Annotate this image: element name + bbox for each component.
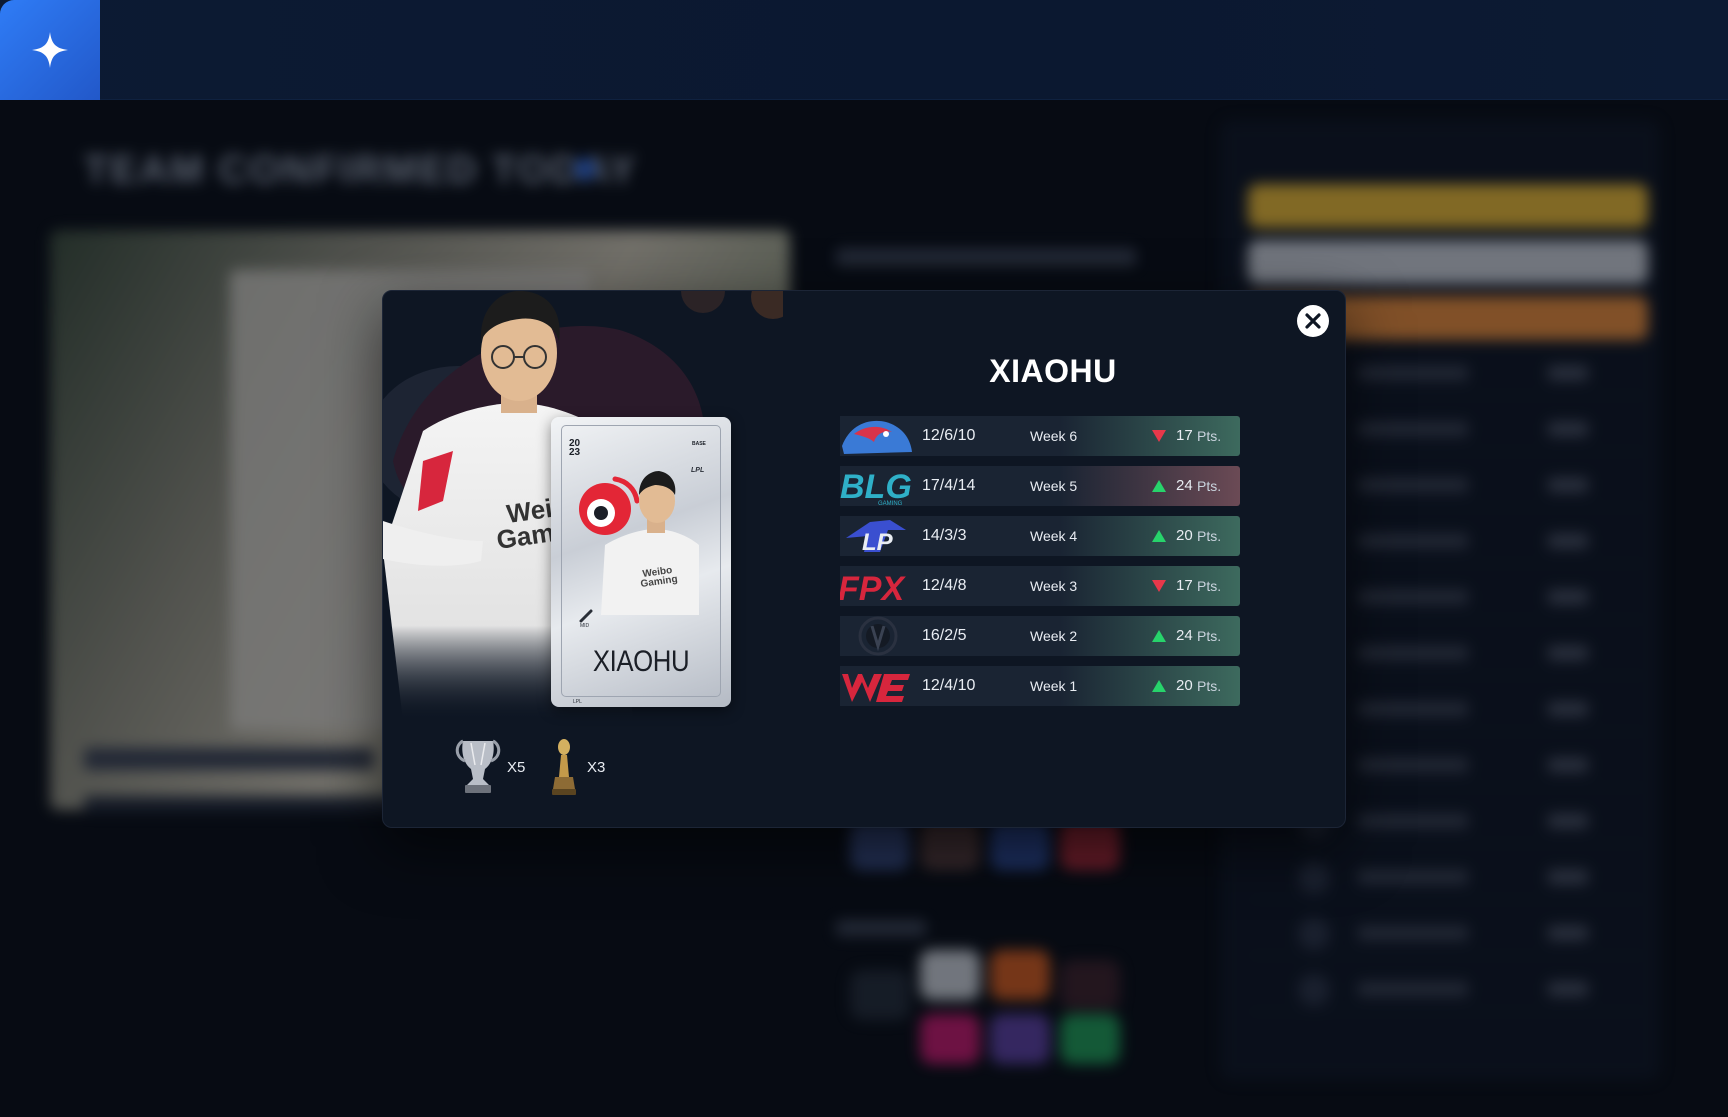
lng-logo-icon: LP [840, 516, 916, 556]
player-artwork: Wei Gam 20 23 BASE LPL Weibo Gaming MID … [383, 291, 783, 721]
trend-up-icon [1152, 680, 1166, 692]
card-player-name: XIAOHU [592, 645, 690, 678]
match-kda: 12/4/10 [922, 677, 976, 694]
match-kda: 12/6/10 [922, 427, 976, 444]
fpx-logo-icon: FPX [840, 566, 916, 606]
background-more-logos [840, 950, 1140, 1070]
match-points: 20 [1176, 527, 1193, 544]
match-week: Week 2 [1030, 628, 1078, 644]
trend-up-icon [1152, 480, 1166, 492]
app-logo-button[interactable] [0, 0, 100, 100]
background-subheading [84, 748, 374, 770]
card-year: 20 23 [569, 439, 585, 458]
match-week: Week 3 [1030, 578, 1078, 594]
player-detail-modal: Wei Gam 20 23 BASE LPL Weibo Gaming MID … [382, 290, 1346, 828]
svg-text:LP: LP [862, 529, 894, 556]
close-button[interactable] [1297, 305, 1329, 337]
match-week: Week 1 [1030, 678, 1078, 694]
player-card: 20 23 BASE LPL Weibo Gaming MID XIAOHU L… [551, 417, 731, 707]
match-points: 17 [1176, 577, 1193, 594]
match-kda: 12/4/8 [922, 577, 967, 594]
we-logo-icon [840, 666, 916, 706]
match-points: 20 [1176, 677, 1193, 694]
match-points: 24 [1176, 627, 1193, 644]
match-points-unit: Pts. [1197, 628, 1222, 644]
match-points-unit: Pts. [1197, 578, 1222, 594]
match-points: 17 [1176, 427, 1193, 444]
match-points: 24 [1176, 477, 1193, 494]
world-cup-trophy-icon [455, 739, 501, 793]
trend-down-icon [1152, 430, 1166, 442]
match-row[interactable]: LP 14/3/3 Week 4 20 Pts. [840, 516, 1240, 556]
msi-trophy-icon [552, 739, 576, 795]
trend-up-icon [1152, 530, 1166, 542]
svg-text:FPX: FPX [840, 570, 906, 606]
match-points-unit: Pts. [1197, 428, 1222, 444]
match-row[interactable]: BLG GAMING 17/4/14 Week 5 24 Pts. [840, 466, 1240, 506]
match-kda: 17/4/14 [922, 477, 976, 494]
card-edition: BASE [692, 441, 706, 447]
mid-role-icon [579, 609, 593, 623]
background-team-logos [840, 820, 1140, 880]
match-kda: 16/2/5 [922, 627, 967, 644]
card-player-photo: Weibo Gaming [601, 471, 699, 615]
match-week: Week 6 [1030, 428, 1078, 444]
trend-up-icon [1152, 630, 1166, 642]
match-row[interactable]: 16/2/5 Week 2 24 Pts. [840, 616, 1240, 656]
card-footer-league: LPL [573, 699, 582, 705]
trend-down-icon [1152, 580, 1166, 592]
svg-text:GAMING: GAMING [878, 501, 903, 506]
msi-count: X3 [587, 759, 606, 776]
match-points-unit: Pts. [1197, 478, 1222, 494]
card-year-bottom: 23 [569, 447, 581, 458]
match-row[interactable]: 12/4/10 Week 1 20 Pts. [840, 666, 1240, 706]
background-section-title [836, 248, 1136, 266]
close-icon [1305, 313, 1321, 329]
background-heading: TEAM CONFIRMED TODAY [84, 148, 638, 192]
background-section-label [836, 920, 926, 936]
match-kda: 14/3/3 [922, 527, 967, 544]
match-week: Week 5 [1030, 478, 1078, 494]
card-role: MID [580, 623, 590, 629]
live-dot [574, 158, 596, 180]
match-week: Week 4 [1030, 528, 1078, 544]
match-row[interactable]: 12/6/10 Week 6 17 Pts. [840, 416, 1240, 456]
player-name: XIAOHU [989, 353, 1117, 389]
blg-logo-icon: BLG GAMING [840, 466, 916, 506]
ig-logo-icon [840, 616, 916, 656]
top-bar [0, 0, 1728, 100]
match-points-unit: Pts. [1197, 678, 1222, 694]
match-points-unit: Pts. [1197, 528, 1222, 544]
match-row[interactable]: FPX 12/4/8 Week 3 17 Pts. [840, 566, 1240, 606]
world-cup-count: X5 [507, 759, 526, 776]
jdg-logo-icon [840, 416, 916, 456]
sparkle-icon [32, 32, 68, 68]
